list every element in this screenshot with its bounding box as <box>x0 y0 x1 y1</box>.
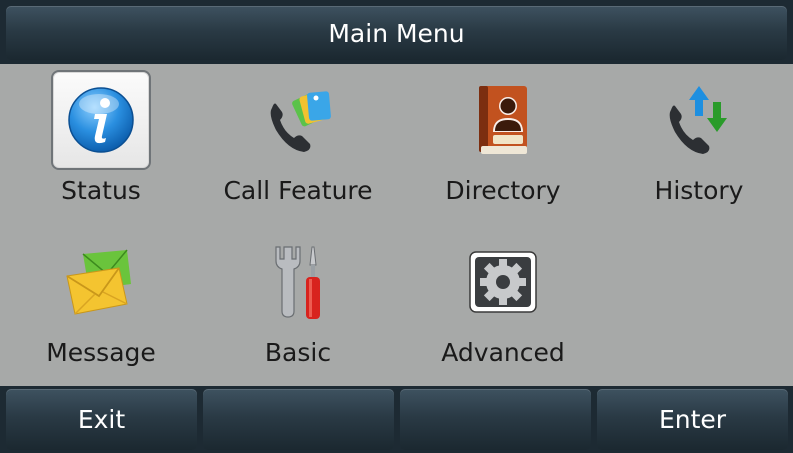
menu-item-label: Directory <box>445 176 561 205</box>
history-icon <box>649 70 749 170</box>
menu-item-advanced[interactable]: Advanced <box>403 226 603 386</box>
softkey-exit[interactable]: Exit <box>6 389 197 450</box>
advanced-gear-icon <box>453 232 553 332</box>
menu-item-label: Message <box>46 338 156 367</box>
menu-item-label: Call Feature <box>223 176 373 205</box>
softkey-enter[interactable]: Enter <box>597 389 788 450</box>
menu-item-message[interactable]: Message <box>1 226 201 386</box>
menu-item-label: Advanced <box>441 338 565 367</box>
menu-item-directory[interactable]: Directory <box>403 64 603 224</box>
menu-item-call-feature[interactable]: Call Feature <box>198 64 398 224</box>
menu-item-history[interactable]: History <box>599 64 793 224</box>
directory-icon <box>453 70 553 170</box>
page-title: Main Menu <box>328 18 465 48</box>
menu-item-label: Status <box>61 176 141 205</box>
menu-item-label: History <box>654 176 744 205</box>
message-icon <box>51 232 151 332</box>
softkey-2[interactable] <box>203 389 394 450</box>
menu-grid: Status Call Feature Directory History Me… <box>0 64 793 386</box>
call-feature-icon <box>248 70 348 170</box>
info-icon <box>51 70 151 170</box>
softkey-3[interactable] <box>400 389 591 450</box>
menu-item-basic[interactable]: Basic <box>198 226 398 386</box>
basic-tools-icon <box>248 232 348 332</box>
softkey-label: Exit <box>77 405 126 434</box>
title-bar: Main Menu <box>6 6 787 60</box>
menu-item-status[interactable]: Status <box>1 64 201 224</box>
menu-item-label: Basic <box>264 338 332 367</box>
softkey-label: Enter <box>658 405 727 434</box>
phone-screen: Main Menu Status Call Feature Directory … <box>0 0 793 453</box>
